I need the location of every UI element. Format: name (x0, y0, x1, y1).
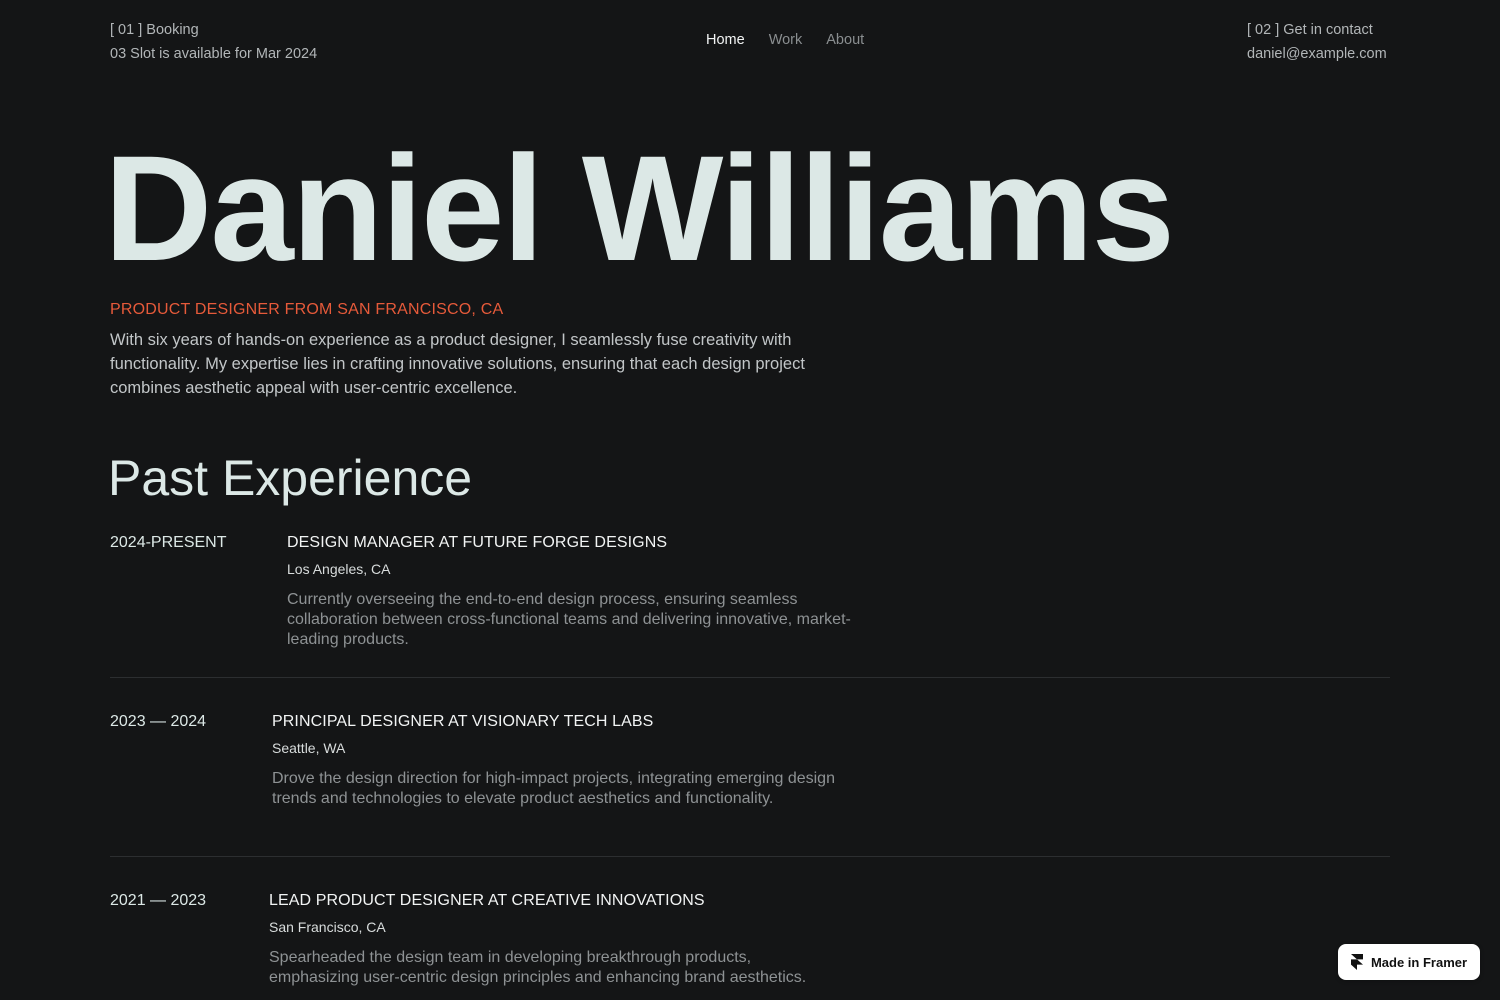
framer-logo-icon (1350, 954, 1363, 970)
experience-date: 2021 — 2023 (110, 892, 207, 909)
nav-work[interactable]: Work (769, 30, 803, 50)
hero-tagline: PRODUCT DESIGNER FROM SAN FRANCISCO, CA (110, 301, 504, 318)
contact-email-link[interactable]: daniel@example.com (1247, 42, 1387, 66)
site-header: [ 01 ] Booking 03 Slot is available for … (0, 0, 1500, 80)
experience-date: 2024-PRESENT (110, 534, 227, 551)
made-in-framer-badge[interactable]: Made in Framer (1338, 944, 1480, 980)
hero-name: Daniel Williams (104, 124, 1175, 292)
contact-label: [ 02 ] Get in contact (1247, 22, 1373, 38)
nav-home[interactable]: Home (706, 30, 745, 50)
nav-about[interactable]: About (826, 30, 864, 50)
main-nav: Home Work About (706, 30, 864, 50)
experience-location: Los Angeles, CA (287, 561, 391, 577)
booking-label: [ 01 ] Booking (110, 22, 199, 38)
experience-description: Currently overseeing the end-to-end desi… (287, 591, 851, 648)
experience-date: 2023 — 2024 (110, 713, 207, 730)
experience-location: San Francisco, CA (269, 919, 386, 935)
booking-info: [ 01 ] Booking 03 Slot is available for … (110, 18, 317, 66)
experience-title: DESIGN MANAGER AT FUTURE FORGE DESIGNS (287, 534, 668, 551)
badge-label: Made in Framer (1370, 954, 1468, 970)
hero-intro: With six years of hands-on experience as… (110, 331, 805, 397)
experience-title: LEAD PRODUCT DESIGNER AT CREATIVE INNOVA… (269, 892, 705, 909)
experience-section-title: Past Experience (108, 450, 473, 506)
experience-location: Seattle, WA (272, 740, 346, 756)
experience-description: Spearheaded the design team in developin… (269, 949, 807, 986)
experience-divider (110, 677, 1390, 678)
contact-info: [ 02 ] Get in contact daniel@example.com (1247, 18, 1387, 66)
booking-status: 03 Slot is available for Mar 2024 (110, 46, 318, 62)
experience-details: LEAD PRODUCT DESIGNER AT CREATIVE INNOVA… (269, 890, 839, 988)
experience-details: PRINCIPAL DESIGNER AT VISIONARY TECH LAB… (272, 711, 842, 809)
experience-details: DESIGN MANAGER AT FUTURE FORGE DESIGNS L… (287, 532, 857, 650)
experience-title: PRINCIPAL DESIGNER AT VISIONARY TECH LAB… (272, 713, 654, 730)
experience-divider (110, 856, 1390, 857)
experience-description: Drove the design direction for high-impa… (272, 770, 835, 807)
